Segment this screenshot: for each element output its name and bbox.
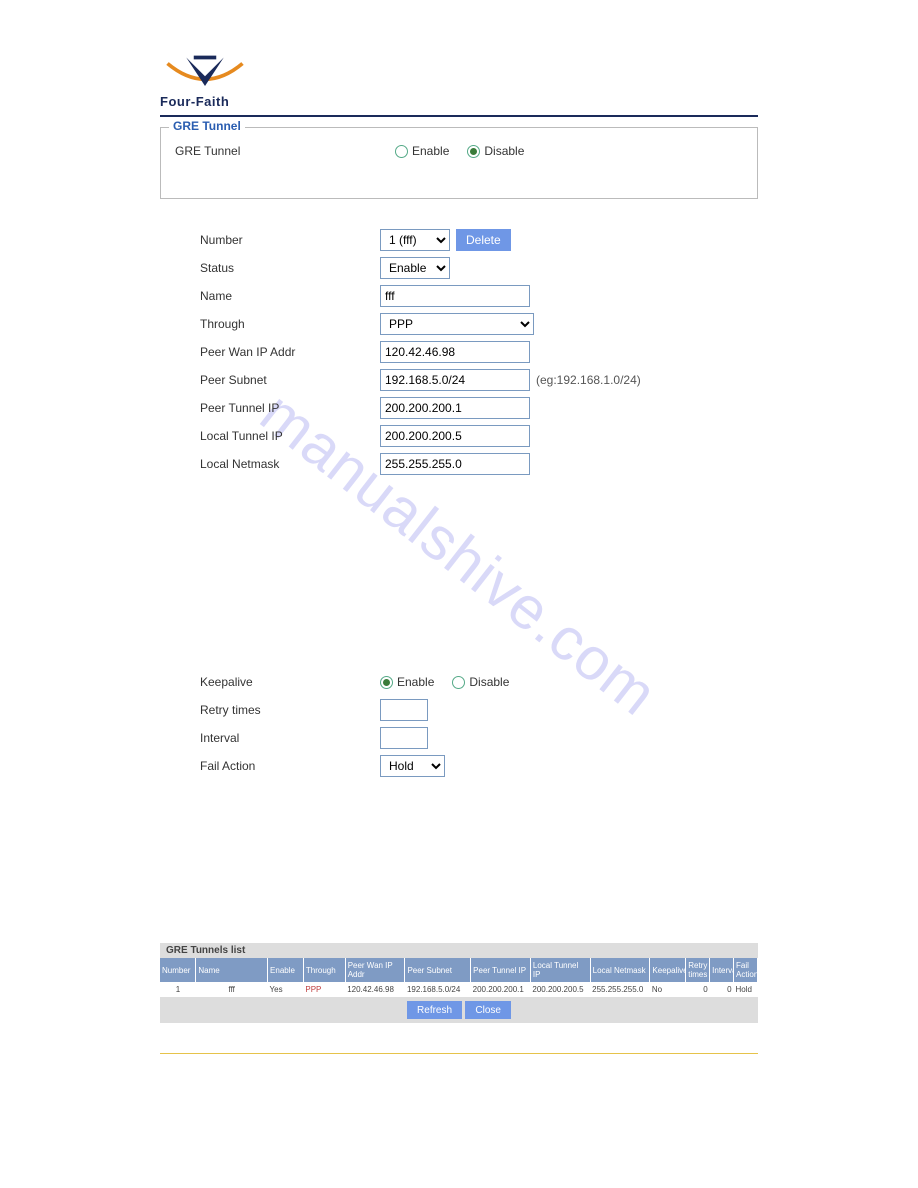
- radio-icon: [467, 145, 480, 158]
- radio-icon: [452, 676, 465, 689]
- brand-name: Four-Faith: [160, 94, 758, 109]
- td-fail: Hold: [734, 982, 758, 997]
- through-select[interactable]: PPP: [380, 313, 534, 335]
- th-peer-tunnel: Peer Tunnel IP: [471, 958, 531, 982]
- td-enable: Yes: [268, 982, 304, 997]
- keepalive-enable-text: Enable: [397, 675, 434, 689]
- td-retry: 0: [686, 982, 710, 997]
- radio-icon: [380, 676, 393, 689]
- tunnels-list-title: GRE Tunnels list: [160, 943, 758, 958]
- keepalive-disable-text: Disable: [469, 675, 509, 689]
- status-label: Status: [200, 261, 380, 275]
- bottom-divider: [160, 1053, 758, 1054]
- fail-action-label: Fail Action: [200, 759, 380, 773]
- gre-disable-text: Disable: [484, 144, 524, 158]
- refresh-button[interactable]: Refresh: [407, 1001, 462, 1019]
- keepalive-enable-radio[interactable]: Enable: [380, 675, 434, 689]
- td-number: 1: [160, 982, 196, 997]
- th-local-netmask: Local Netmask: [590, 958, 650, 982]
- td-interval: 0: [710, 982, 734, 997]
- keepalive-disable-radio[interactable]: Disable: [452, 675, 509, 689]
- th-name: Name: [196, 958, 268, 982]
- radio-icon: [395, 145, 408, 158]
- four-faith-logo-icon: [160, 50, 250, 95]
- local-netmask-label: Local Netmask: [200, 457, 380, 471]
- td-local-netmask: 255.255.255.0: [590, 982, 650, 997]
- th-peer-subnet: Peer Subnet: [405, 958, 471, 982]
- delete-button[interactable]: Delete: [456, 229, 511, 251]
- gre-enable-radio[interactable]: Enable: [395, 144, 449, 158]
- close-button[interactable]: Close: [465, 1001, 511, 1019]
- td-peer-subnet: 192.168.5.0/24: [405, 982, 471, 997]
- th-enable: Enable: [268, 958, 304, 982]
- table-row[interactable]: 1 fff Yes PPP 120.42.46.98 192.168.5.0/2…: [160, 982, 758, 997]
- number-select[interactable]: 1 (fff): [380, 229, 450, 251]
- interval-label: Interval: [200, 731, 380, 745]
- peer-wan-label: Peer Wan IP Addr: [200, 345, 380, 359]
- td-keepalive: No: [650, 982, 686, 997]
- peer-wan-input[interactable]: [380, 341, 530, 363]
- peer-tunnel-input[interactable]: [380, 397, 530, 419]
- peer-subnet-label: Peer Subnet: [200, 373, 380, 387]
- table-header-row: Number Name Enable Through Peer Wan IP A…: [160, 958, 758, 982]
- td-through: PPP: [303, 982, 345, 997]
- th-local-tunnel: Local Tunnel IP: [530, 958, 590, 982]
- number-label: Number: [200, 233, 380, 247]
- retry-times-label: Retry times: [200, 703, 380, 717]
- gre-tunnel-fieldset: GRE Tunnel GRE Tunnel Enable Disable: [160, 127, 758, 199]
- td-local-tunnel: 200.200.200.5: [530, 982, 590, 997]
- tunnels-table: Number Name Enable Through Peer Wan IP A…: [160, 958, 758, 997]
- fail-action-select[interactable]: Hold: [380, 755, 445, 777]
- td-peer-wan: 120.42.46.98: [345, 982, 405, 997]
- gre-tunnel-legend: GRE Tunnel: [169, 119, 245, 133]
- status-select[interactable]: Enable: [380, 257, 450, 279]
- th-fail: Fail Action: [734, 958, 758, 982]
- name-label: Name: [200, 289, 380, 303]
- name-input[interactable]: [380, 285, 530, 307]
- gre-enable-text: Enable: [412, 144, 449, 158]
- local-tunnel-label: Local Tunnel IP: [200, 429, 380, 443]
- brand-logo: Four-Faith: [160, 50, 758, 109]
- gre-disable-radio[interactable]: Disable: [467, 144, 524, 158]
- gre-tunnel-label: GRE Tunnel: [175, 144, 395, 158]
- keepalive-label: Keepalive: [200, 675, 380, 689]
- local-netmask-input[interactable]: [380, 453, 530, 475]
- top-divider: [160, 115, 758, 117]
- peer-tunnel-label: Peer Tunnel IP: [200, 401, 380, 415]
- peer-subnet-hint: (eg:192.168.1.0/24): [536, 373, 641, 387]
- td-name: fff: [196, 982, 268, 997]
- th-number: Number: [160, 958, 196, 982]
- interval-input[interactable]: [380, 727, 428, 749]
- th-keepalive: Keepalive: [650, 958, 686, 982]
- th-through: Through: [303, 958, 345, 982]
- td-peer-tunnel: 200.200.200.1: [471, 982, 531, 997]
- th-interval: Interval: [710, 958, 734, 982]
- local-tunnel-input[interactable]: [380, 425, 530, 447]
- th-retry: Retry times: [686, 958, 710, 982]
- th-peer-wan: Peer Wan IP Addr: [345, 958, 405, 982]
- peer-subnet-input[interactable]: [380, 369, 530, 391]
- retry-times-input[interactable]: [380, 699, 428, 721]
- through-label: Through: [200, 317, 380, 331]
